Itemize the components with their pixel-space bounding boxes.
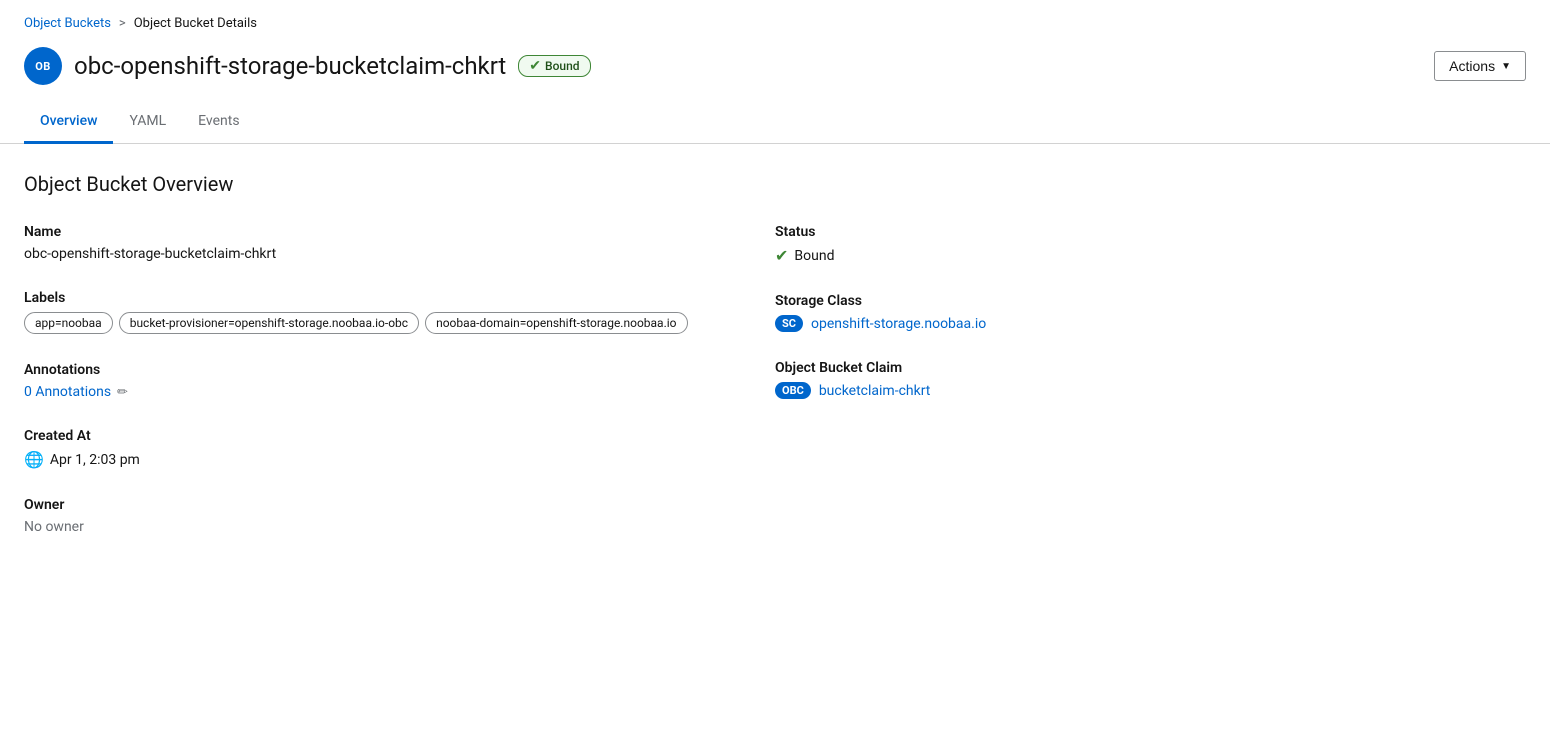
obc-field: Object Bucket Claim OBC bucketclaim-chkr…: [775, 360, 1526, 399]
storage-class-link[interactable]: openshift-storage.noobaa.io: [811, 316, 986, 332]
annotations-label: Annotations: [24, 362, 775, 378]
tab-yaml[interactable]: YAML: [113, 101, 182, 144]
storage-class-row: SC openshift-storage.noobaa.io: [775, 315, 1526, 332]
created-at-row: 🌐 Apr 1, 2:03 pm: [24, 450, 775, 469]
label-chip: app=noobaa: [24, 312, 113, 334]
breadcrumb-parent-link[interactable]: Object Buckets: [24, 16, 111, 31]
created-at-label: Created At: [24, 428, 775, 444]
created-at-field: Created At 🌐 Apr 1, 2:03 pm: [24, 428, 775, 469]
owner-value: No owner: [24, 519, 775, 535]
obc-label: Object Bucket Claim: [775, 360, 1526, 376]
labels-label: Labels: [24, 290, 775, 306]
status-field: Status ✔ Bound: [775, 224, 1526, 265]
status-badge: ✔ Bound: [518, 55, 590, 77]
obc-badge: OBC: [775, 382, 811, 399]
label-chip: noobaa-domain=openshift-storage.noobaa.i…: [425, 312, 687, 334]
owner-field: Owner No owner: [24, 497, 775, 535]
obc-link[interactable]: bucketclaim-chkrt: [819, 383, 931, 399]
actions-button[interactable]: Actions ▼: [1434, 51, 1526, 81]
name-value: obc-openshift-storage-bucketclaim-chkrt: [24, 246, 775, 262]
page-header: OB obc-openshift-storage-bucketclaim-chk…: [0, 39, 1550, 101]
bound-check-icon: ✔: [775, 246, 788, 265]
name-label: Name: [24, 224, 775, 240]
owner-label: Owner: [24, 497, 775, 513]
overview-grid: Name obc-openshift-storage-bucketclaim-c…: [24, 224, 1526, 535]
annotations-row: 0 Annotations ✏: [24, 384, 775, 400]
labels-container: app=noobaa bucket-provisioner=openshift-…: [24, 312, 775, 334]
overview-right: Status ✔ Bound Storage Class SC openshif…: [775, 224, 1526, 535]
tab-events[interactable]: Events: [182, 101, 255, 144]
overview-left: Name obc-openshift-storage-bucketclaim-c…: [24, 224, 775, 535]
storage-class-field: Storage Class SC openshift-storage.nooba…: [775, 293, 1526, 332]
status-label: Status: [775, 224, 1526, 240]
globe-icon: 🌐: [24, 450, 44, 469]
page-title: obc-openshift-storage-bucketclaim-chkrt: [74, 52, 506, 80]
chevron-down-icon: ▼: [1501, 61, 1511, 72]
label-chip: bucket-provisioner=openshift-storage.noo…: [119, 312, 419, 334]
breadcrumb-current: Object Bucket Details: [134, 16, 257, 31]
sc-badge: SC: [775, 315, 803, 332]
actions-label: Actions: [1449, 58, 1495, 74]
tabs-bar: Overview YAML Events: [0, 101, 1550, 144]
status-check-icon: ✔: [529, 58, 541, 74]
name-field: Name obc-openshift-storage-bucketclaim-c…: [24, 224, 775, 262]
obc-row: OBC bucketclaim-chkrt: [775, 382, 1526, 399]
status-badge-text: Bound: [545, 59, 580, 73]
storage-class-label: Storage Class: [775, 293, 1526, 309]
content-area: Object Bucket Overview Name obc-openshif…: [0, 144, 1550, 563]
edit-icon[interactable]: ✏: [117, 385, 128, 400]
bound-row: ✔ Bound: [775, 246, 1526, 265]
header-left: OB obc-openshift-storage-bucketclaim-chk…: [24, 47, 591, 85]
tab-overview[interactable]: Overview: [24, 101, 113, 144]
status-value: Bound: [794, 248, 834, 264]
labels-field: Labels app=noobaa bucket-provisioner=ope…: [24, 290, 775, 334]
annotations-field: Annotations 0 Annotations ✏: [24, 362, 775, 400]
section-title: Object Bucket Overview: [24, 172, 1526, 196]
breadcrumb-separator: >: [119, 16, 126, 31]
breadcrumb: Object Buckets > Object Bucket Details: [0, 0, 1550, 39]
created-at-value: Apr 1, 2:03 pm: [50, 452, 140, 468]
ob-icon-badge: OB: [24, 47, 62, 85]
annotations-link[interactable]: 0 Annotations: [24, 384, 111, 400]
